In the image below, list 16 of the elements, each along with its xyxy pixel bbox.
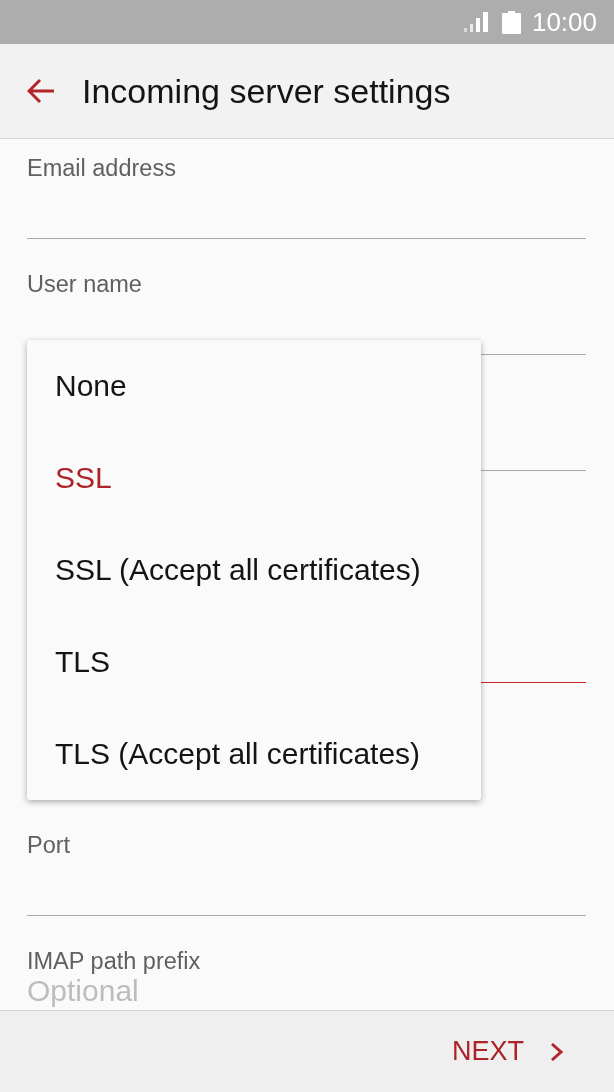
signal-icon: [463, 12, 488, 32]
field-label: Port: [27, 831, 72, 859]
field-label: IMAP path prefix: [27, 947, 202, 975]
screen-title: Incoming server settings: [82, 71, 451, 111]
field-label: Email address: [27, 154, 177, 182]
chevron-right-icon: [550, 1041, 564, 1062]
back-arrow-icon: [27, 78, 55, 104]
next-button[interactable]: NEXT: [442, 1030, 574, 1073]
menu-item[interactable]: TLS: [27, 616, 481, 708]
field-label: User name: [27, 270, 143, 298]
menu-item[interactable]: None: [27, 340, 481, 432]
battery-icon: [501, 10, 521, 34]
menu-item[interactable]: SSL: [27, 432, 481, 524]
menu-item[interactable]: SSL (Accept all certificates): [27, 524, 481, 616]
clock-time: 10:00: [531, 7, 597, 37]
menu-item[interactable]: TLS (Accept all certificates): [27, 708, 481, 800]
